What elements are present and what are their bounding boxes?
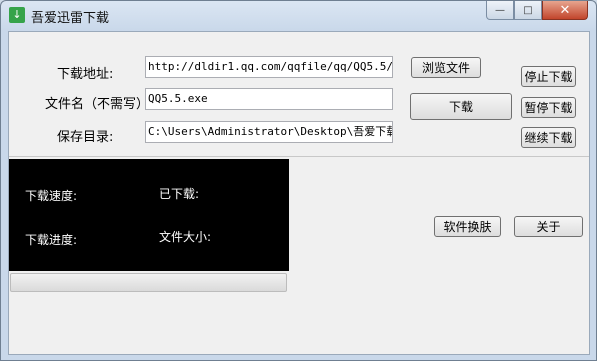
url-input[interactable]: http://dldir1.qq.com/qqfile/qq/QQ5.5/114… bbox=[145, 56, 393, 78]
window-title: 吾爱迅雷下载 bbox=[31, 11, 110, 26]
caption-buttons: — □ ✕ bbox=[486, 1, 588, 20]
title-bar[interactable]: ↓ 吾爱迅雷下载 — □ ✕ bbox=[1, 1, 596, 31]
close-icon: ✕ bbox=[559, 2, 571, 18]
download-arrow-icon: ↓ bbox=[9, 7, 25, 23]
close-button[interactable]: ✕ bbox=[542, 1, 588, 20]
filename-input[interactable]: QQ5.5.exe bbox=[145, 88, 393, 110]
savedir-label: 保存目录: bbox=[57, 130, 114, 145]
about-button[interactable]: 关于 bbox=[514, 216, 583, 237]
download-button[interactable]: 下载 bbox=[410, 93, 512, 120]
filesize-label: 文件大小: bbox=[159, 230, 212, 244]
minimize-button[interactable]: — bbox=[486, 1, 514, 20]
stop-download-button[interactable]: 停止下载 bbox=[521, 66, 576, 87]
status-panel: 下载速度: 已下载: 下载进度: 文件大小: bbox=[9, 159, 289, 271]
resume-download-button[interactable]: 继续下载 bbox=[521, 127, 576, 148]
app-window: ↓ 吾爱迅雷下载 — □ ✕ 下载地址: http://dldir1.qq.co… bbox=[0, 0, 597, 361]
divider bbox=[9, 156, 589, 157]
skin-button[interactable]: 软件换肤 bbox=[434, 216, 501, 237]
minimize-icon: — bbox=[495, 4, 505, 16]
progress-label: 下载进度: bbox=[25, 233, 78, 247]
savedir-input[interactable]: C:\Users\Administrator\Desktop\吾爱下载引 bbox=[145, 121, 393, 143]
download-progress-bar bbox=[10, 273, 287, 292]
downloaded-label: 已下载: bbox=[159, 187, 200, 201]
speed-label: 下载速度: bbox=[25, 189, 78, 203]
maximize-icon: □ bbox=[523, 4, 533, 16]
maximize-button[interactable]: □ bbox=[514, 1, 542, 20]
browse-file-button[interactable]: 浏览文件 bbox=[411, 57, 481, 78]
filename-label: 文件名（不需写） bbox=[45, 97, 150, 112]
url-label: 下载地址: bbox=[57, 67, 114, 82]
pause-download-button[interactable]: 暂停下载 bbox=[521, 97, 576, 118]
client-area: 下载地址: http://dldir1.qq.com/qqfile/qq/QQ5… bbox=[8, 31, 590, 355]
